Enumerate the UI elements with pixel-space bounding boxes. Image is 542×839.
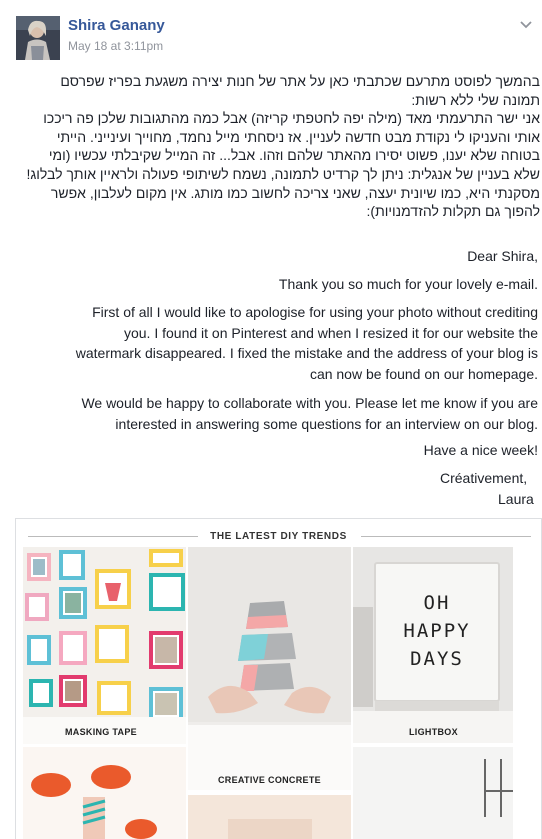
email-apology: First of all I would like to apologise f…	[14, 302, 538, 384]
masking-tape-photo: MASKING TAPE	[23, 547, 186, 744]
post-text-hebrew: בהמשך לפוסט מתרעם שכתבתי כאן על אתר של ח…	[14, 72, 540, 221]
email-signature: Laura	[498, 490, 534, 507]
hebrew-line: בהמשך לפוסט מתרעם שכתבתי כאן על אתר של ח…	[60, 73, 540, 89]
partial-photo-bottom-left	[23, 747, 186, 839]
email-closing-text: Have a nice week!	[423, 442, 538, 458]
chevron-down-icon[interactable]	[516, 14, 536, 34]
email-apology-line: First of all I would like to apologise f…	[92, 304, 538, 320]
lightbox-photo: OH HAPPY DAYS LIGHTBOX	[353, 547, 513, 743]
email-closing: Have a nice week!	[14, 440, 538, 461]
hebrew-line: להפוך גם תקלות להזדמנויות):	[366, 203, 540, 220]
lightbox-line: OH	[423, 592, 451, 614]
masking-tape-label: MASKING TAPE	[65, 727, 137, 737]
email-thanks: Thank you so much for your lovely e-mail…	[14, 274, 538, 295]
email-signoff: Créativement, Laura	[440, 468, 540, 509]
email-signoff-text: Créativement,	[440, 470, 528, 486]
hebrew-line: מסקנתי היא, כמו שיונית יעצה, שאני צריכה …	[50, 184, 540, 201]
hebrew-line: אני ישר התרעמתי מאד (מילה יפה לחטפתי קרי…	[43, 110, 540, 127]
hebrew-line: שלא בעניין של אנגלית: ניתן לך קרדיט לתמו…	[26, 165, 540, 182]
lightbox-label: LIGHTBOX	[409, 727, 458, 737]
creative-concrete-label: CREATIVE CONCRETE	[218, 775, 321, 785]
creative-concrete-photo: CREATIVE CONCRETE	[188, 547, 351, 790]
email-apology-line: you. I found it on Pinterest and when I …	[123, 324, 538, 341]
post-timestamp[interactable]: May 18 at 3:11pm	[68, 39, 163, 53]
email-apology-line: can now be found on our homepage.	[309, 365, 538, 382]
lightbox-letters: OH HAPPY DAYS	[375, 589, 499, 673]
partial-photo-bottom-middle	[188, 795, 351, 839]
email-apology-line: watermark disappeared. I fixed the mista…	[75, 345, 538, 361]
email-thanks-text: Thank you so much for your lovely e-mail…	[278, 276, 538, 292]
email-collab-line: interested in answering some questions f…	[115, 415, 538, 432]
author-avatar[interactable]	[16, 16, 60, 60]
hebrew-line: תמונה שלי ללא רשות:	[411, 91, 540, 108]
lightbox-line: HAPPY	[403, 620, 471, 642]
image-title: THE LATEST DIY TRENDS	[210, 531, 347, 542]
email-collab: We would be happy to collaborate with yo…	[14, 393, 538, 434]
author-name[interactable]: Shira Ganany	[68, 17, 165, 34]
lightbox-line: DAYS	[410, 648, 464, 670]
email-greeting: Dear Shira,	[14, 246, 538, 267]
facebook-post: Shira Ganany May 18 at 3:11pm בהמשך לפוס…	[0, 0, 542, 839]
email-greeting-text: Dear Shira,	[467, 248, 538, 264]
hebrew-line: בטוחה שלא יענו, פשוט יסירו מהאתר שלהם וז…	[48, 147, 540, 164]
hebrew-line: אותי והעניקו לי נקודת מבט חדשה לעניין. א…	[56, 128, 540, 145]
email-collab-line: We would be happy to collaborate with yo…	[81, 395, 538, 411]
partial-photo-bottom-right	[353, 747, 513, 839]
post-image[interactable]: THE LATEST DIY TRENDS MASKING TAPE CREAT…	[15, 518, 542, 839]
